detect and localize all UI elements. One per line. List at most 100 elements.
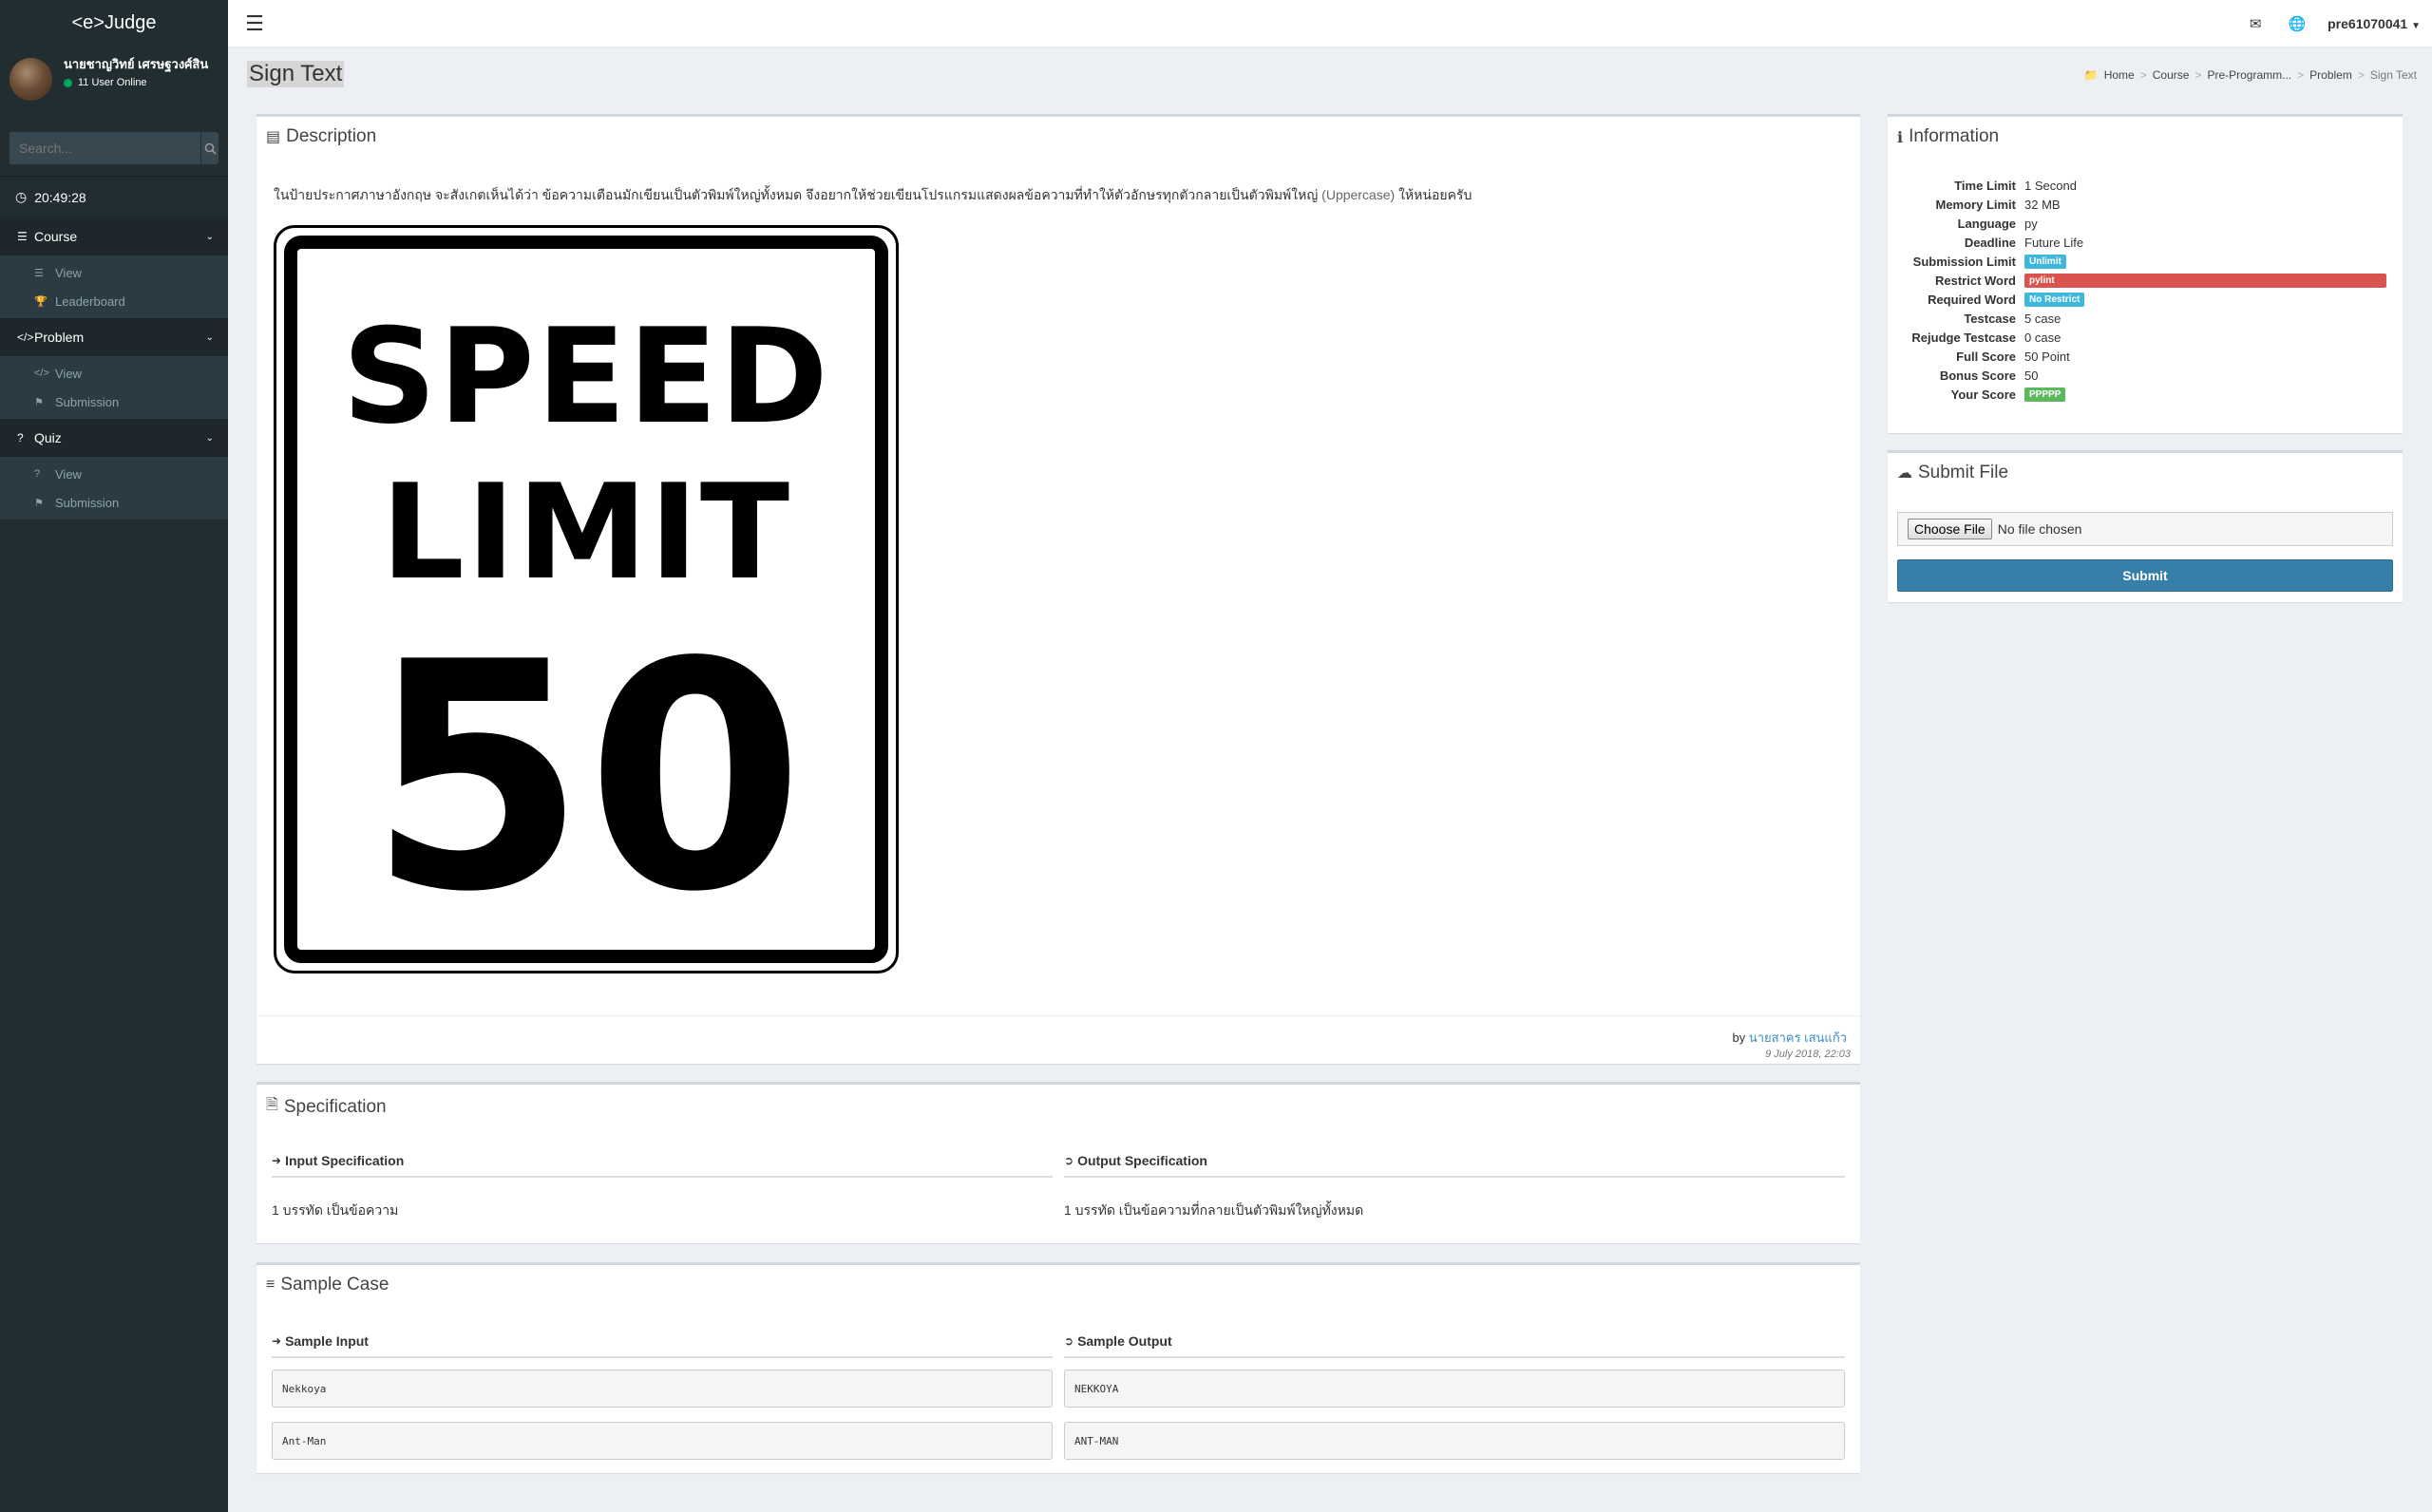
topbar: ☰ ✉ 🌐 pre61070041 ▼ (228, 0, 2432, 47)
input-spec-label: Input Specification (285, 1153, 405, 1168)
author-link[interactable]: นายสาคร เสนแก้ว (1749, 1030, 1847, 1045)
breadcrumb-problem[interactable]: Problem (2309, 68, 2352, 82)
information-box: i Information Time Limit 1 Second Memory … (1888, 114, 2403, 433)
file-text-icon: 🗎 (266, 1097, 278, 1113)
list-icon: ☰ (17, 230, 28, 243)
author-line: by นายสาคร เสนแก้ว (1732, 1028, 1847, 1048)
box-title-text: Sample Case (280, 1275, 390, 1295)
cloud-upload-icon: ☁ (1897, 465, 1912, 482)
info-key: Language (1957, 216, 2016, 231)
specification-box: 🗎 Specification ➜ Input Specification 1 บ… (256, 1082, 1860, 1243)
file-input[interactable]: Choose File No file chosen (1897, 512, 2393, 546)
question-icon: ? (34, 468, 41, 480)
breadcrumb-home[interactable]: Home (2104, 68, 2135, 82)
hamburger-icon: ☰ (245, 10, 264, 35)
sidebar: <e>Judge นายชาญวิทย์ เศรษฐวงศ์สิน 11 Use… (0, 0, 228, 1512)
page-title: Sign Text (247, 61, 345, 87)
information-list: Time Limit 1 Second Memory Limit 32 MB Lan… (1903, 176, 2386, 404)
sidebar-item-label: View (55, 265, 82, 280)
info-row-deadline: Deadline Future Life (1903, 233, 2386, 252)
post-date: 9 July 2018, 22:03 (1765, 1049, 1851, 1060)
info-key: Memory Limit (1935, 197, 2016, 212)
description-text-highlight: (Uppercase) (1321, 187, 1396, 202)
info-row-bonus-score: Bonus Score 50 (1903, 366, 2386, 385)
information-title: i Information (1888, 117, 2403, 157)
sidebar-item-label: View (55, 366, 82, 381)
sidebar-group-label: Problem (34, 330, 85, 345)
sidebar-item-quiz-submission[interactable]: ⚑ Submission (0, 488, 228, 517)
sample-input-2[interactable]: Ant-Man (272, 1422, 1053, 1460)
sidebar-group-quiz[interactable]: ? Quiz ⌄ (0, 419, 228, 457)
sign-in-icon: ➜ (272, 1334, 282, 1348)
status-badge: No Restrict (2024, 292, 2085, 307)
folder-icon: 📁 (2083, 68, 2099, 82)
submit-file-box: ☁ Submit File Choose File No file chosen… (1888, 450, 2403, 602)
output-spec-text: 1 บรรทัด เป็นข้อความที่กลายเป็นตัวพิมพ์ใ… (1064, 1202, 1364, 1218)
trophy-icon: 🏆 (34, 295, 48, 308)
info-row-your-score: Your Score PPPPP (1903, 385, 2386, 404)
info-value: 50 (2024, 368, 2039, 383)
info-value: Future Life (2024, 235, 2084, 250)
user-menu[interactable]: pre61070041 ▼ (2318, 16, 2432, 31)
sign-line-1: SPEED (342, 300, 830, 453)
sign-line-3: 50 (368, 595, 805, 960)
user-panel: นายชาญวิทย์ เศรษฐวงศ์สิน 11 User Online (0, 47, 228, 123)
username: pre61070041 (2328, 15, 2408, 31)
sample-output-1[interactable]: NEKKOYA (1064, 1370, 1845, 1408)
file-status: No file chosen (1997, 521, 2082, 537)
search-input[interactable] (10, 132, 200, 164)
by-label: by (1732, 1030, 1746, 1045)
sidebar-item-leaderboard[interactable]: 🏆 Leaderboard (0, 287, 228, 315)
breadcrumb-current: Sign Text (2369, 68, 2417, 82)
description-text: ในป้ายประกาศภาษาอังกฤษ จะสังเกตเห็นได้ว่… (274, 185, 1472, 206)
sign-out-icon: ➲ (1064, 1334, 1074, 1348)
sample-output-2[interactable]: ANT-MAN (1064, 1422, 1845, 1460)
online-count: 11 User Online (78, 77, 147, 88)
chevron-down-icon: ⌄ (205, 231, 214, 242)
specification-title: 🗎 Specification (256, 1085, 1860, 1129)
info-row-restrict-word: Restrict Word pylint (1903, 271, 2386, 290)
description-box: ▤ Description ในป้ายประกาศภาษาอังกฤษ จะส… (256, 114, 1860, 1064)
status-badge: pylint (2024, 273, 2386, 288)
sidebar-item-label: Submission (55, 495, 120, 510)
question-icon: ? (17, 431, 24, 444)
sidebar-item-problem-view[interactable]: </> View (0, 359, 228, 387)
sample-input-1[interactable]: Nekkoya (272, 1370, 1053, 1408)
breadcrumb-preprogramming[interactable]: Pre-Programm... (2207, 68, 2291, 82)
description-text-main: ในป้ายประกาศภาษาอังกฤษ จะสังเกตเห็นได้ว่… (274, 187, 1319, 202)
sample-output-label: Sample Output (1077, 1333, 1172, 1349)
sign-out-icon: ➲ (1064, 1154, 1074, 1167)
info-value: 0 case (2024, 330, 2062, 345)
sidebar-item-problem-submission[interactable]: ⚑ Submission (0, 387, 228, 416)
info-row-submission-limit: Submission Limit Unlimit (1903, 252, 2386, 271)
submit-button[interactable]: Submit (1897, 559, 2393, 592)
user-name: นายชาญวิทย์ เศรษฐวงศ์สิน (64, 57, 209, 71)
flag-icon: ⚑ (34, 497, 44, 509)
box-title-text: Information (1909, 126, 2000, 146)
search-icon (204, 142, 217, 155)
breadcrumb: 📁 Home > Course > Pre-Programm... > Prob… (2083, 68, 2417, 82)
sidebar-item-quiz-view[interactable]: ? View (0, 460, 228, 488)
input-spec-heading: ➜ Input Specification (272, 1145, 1053, 1178)
sidebar-item-course-view[interactable]: ☰ View (0, 258, 228, 287)
input-spec-text: 1 บรรทัด เป็นข้อความ (272, 1202, 399, 1218)
globe-icon[interactable]: 🌐 (2276, 15, 2318, 32)
app-logo[interactable]: <e>Judge (0, 0, 228, 47)
chevron-down-icon: ⌄ (205, 331, 214, 343)
output-spec-label: Output Specification (1077, 1153, 1207, 1168)
status-badge: PPPPP (2024, 387, 2066, 402)
online-dot-icon (64, 78, 72, 87)
sidebar-toggle-button[interactable]: ☰ (234, 0, 276, 47)
content-header: Sign Text 📁 Home > Course > Pre-Programm… (228, 47, 2432, 104)
search-button[interactable] (200, 132, 218, 164)
breadcrumb-course[interactable]: Course (2153, 68, 2190, 82)
sidebar-search (10, 132, 218, 164)
avatar (10, 58, 52, 101)
code-icon: </> (17, 331, 34, 344)
envelope-icon[interactable]: ✉ (2234, 15, 2276, 32)
status-badge: Unlimit (2024, 254, 2066, 269)
sidebar-group-problem[interactable]: </> Problem ⌄ (0, 318, 228, 356)
choose-file-button[interactable]: Choose File (1908, 519, 1992, 539)
info-key: Testcase (1964, 311, 2016, 326)
sidebar-group-course[interactable]: ☰ Course ⌄ (0, 217, 228, 255)
